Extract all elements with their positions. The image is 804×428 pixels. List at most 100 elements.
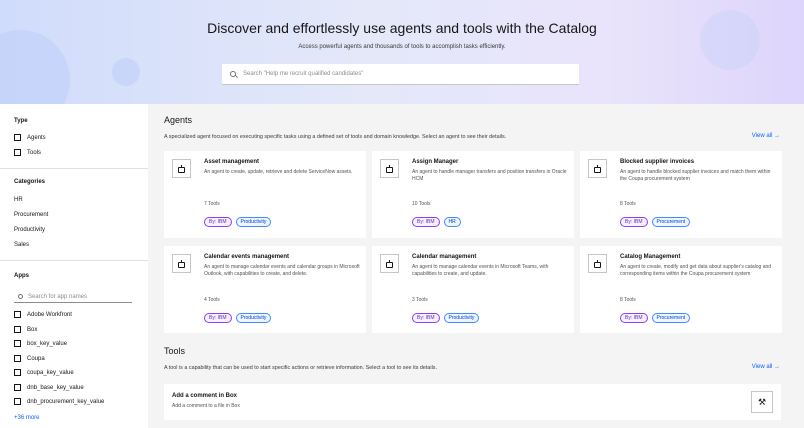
app-dnb-procurement-key-value[interactable]: dnb_procurement_key_value — [14, 398, 104, 405]
category-hr[interactable]: HR — [14, 197, 23, 203]
filter-type-agents[interactable]: Agents — [14, 134, 46, 141]
app-label: box_key_value — [27, 340, 68, 347]
agent-icon-box — [172, 159, 191, 178]
agent-card-title: Calendar management — [412, 254, 477, 260]
robot-icon — [178, 259, 185, 268]
agents-view-all-link[interactable]: View all → — [752, 133, 780, 139]
tag-provider: By: IBM — [620, 217, 648, 227]
app-label: Coupa — [27, 355, 45, 362]
catalog-search-input[interactable]: Search "Help me recruit qualified candid… — [222, 64, 579, 85]
view-all-label: View all — [751, 133, 773, 139]
agent-card-description: An agent to manage calendar events in Mi… — [412, 264, 549, 278]
agent-card-description: An agent to create, update, retrieve and… — [204, 169, 353, 175]
agent-card[interactable]: Calendar events management An agent to m… — [164, 246, 366, 333]
agents-heading: Agents — [164, 115, 193, 125]
checkbox[interactable] — [14, 326, 21, 333]
view-all-label: View all — [751, 364, 773, 370]
tag-category: Procurement — [651, 313, 691, 323]
filter-apps-title: Apps — [14, 273, 29, 279]
checkbox[interactable] — [14, 369, 21, 376]
app-search-input[interactable]: Search for app names — [14, 291, 132, 303]
app-label: coupa_key_value — [27, 369, 74, 376]
agent-card-tool-count: 7 Tools — [204, 201, 220, 207]
checkbox[interactable] — [14, 398, 21, 405]
filter-sidebar: Type Agents Tools Categories HR Procurem… — [0, 104, 148, 428]
tag-provider: By: IBM — [204, 217, 232, 227]
agent-card[interactable]: Asset management An agent to create, upd… — [164, 151, 366, 238]
tool-card[interactable]: Add a comment in Box Add a comment to a … — [164, 384, 781, 420]
checkbox[interactable] — [14, 355, 21, 362]
tag-category: HR — [443, 217, 461, 227]
tools-heading: Tools — [164, 346, 186, 356]
tools-view-all-link[interactable]: View all → — [752, 364, 780, 370]
robot-icon — [594, 164, 601, 173]
checkbox[interactable] — [14, 384, 21, 391]
app-coupa[interactable]: Coupa — [14, 355, 45, 362]
agent-card-title: Blocked supplier invoices — [620, 159, 695, 165]
app-adobe-workfront[interactable]: Adobe Workfront — [14, 311, 72, 318]
hero-title: Discover and effortlessly use agents and… — [207, 20, 597, 36]
hero-subtitle: Access powerful agents and thousands of … — [298, 44, 506, 50]
app-search-placeholder: Search for app names — [28, 293, 88, 300]
app-label: Box — [27, 326, 38, 333]
tag-provider: By: IBM — [204, 313, 232, 323]
app-label: Adobe Workfront — [27, 311, 72, 318]
tool-card-title: Add a comment in Box — [172, 393, 238, 399]
app-coupa-key-value[interactable]: coupa_key_value — [14, 369, 74, 376]
agents-description: A specialized agent focused on executing… — [164, 134, 507, 140]
filter-categories-title: Categories — [14, 179, 46, 185]
show-more-apps-link[interactable]: +36 more — [14, 415, 40, 421]
agent-card-tool-count: 4 Tools — [204, 297, 220, 303]
tag-provider: By: IBM — [412, 217, 440, 227]
tag-category: Productivity — [235, 217, 272, 227]
tag-provider: By: IBM — [620, 313, 648, 323]
tag-provider: By: IBM — [412, 313, 440, 323]
arrow-right-icon: → — [774, 133, 780, 139]
agent-card-tool-count: 10 Tools — [412, 201, 431, 207]
divider — [0, 260, 148, 261]
agent-card-description: An agent to handle manager transfers and… — [412, 169, 567, 183]
decorative-circle — [112, 58, 140, 86]
tag-category: Productivity — [443, 313, 480, 323]
agent-card[interactable]: Catalog Management An agent to create, m… — [580, 246, 782, 333]
agent-card-description: An agent to create, modify and get data … — [620, 264, 772, 278]
agent-card-tool-count: 8 Tools — [620, 201, 636, 207]
agent-card[interactable]: Calendar management An agent to manage c… — [372, 246, 574, 333]
checkbox[interactable] — [14, 149, 21, 156]
app-label: dnb_base_key_value — [27, 384, 84, 391]
agent-card[interactable]: Assign Manager An agent to handle manage… — [372, 151, 574, 238]
filter-label: Agents — [27, 134, 46, 141]
tools-description: A tool is a capability that can be used … — [164, 365, 437, 371]
checkbox[interactable] — [14, 340, 21, 347]
app-box-key-value[interactable]: box_key_value — [14, 340, 67, 347]
hero-banner: Discover and effortlessly use agents and… — [0, 0, 804, 104]
search-icon — [18, 294, 23, 299]
category-procurement[interactable]: Procurement — [14, 212, 48, 218]
agent-card-title: Calendar events management — [204, 254, 290, 260]
tag-category: Procurement — [651, 217, 691, 227]
search-placeholder: Search "Help me recruit qualified candid… — [243, 71, 364, 77]
catalog-main: Agents A specialized agent focused on ex… — [148, 104, 804, 428]
robot-icon — [178, 164, 185, 173]
app-dnb-base-key-value[interactable]: dnb_base_key_value — [14, 384, 84, 391]
agent-card[interactable]: Blocked supplier invoices An agent to ha… — [580, 151, 782, 238]
checkbox[interactable] — [14, 134, 21, 141]
agent-icon-box — [588, 254, 607, 273]
tag-category: Productivity — [235, 313, 272, 323]
category-sales[interactable]: Sales — [14, 242, 29, 248]
decorative-circle — [0, 30, 70, 104]
robot-icon — [386, 164, 393, 173]
category-productivity[interactable]: Productivity — [14, 227, 45, 233]
decorative-circle — [700, 10, 760, 70]
filter-label: Tools — [27, 149, 42, 156]
agent-card-tool-count: 3 Tools — [412, 297, 428, 303]
wrench-icon: ⚒ — [751, 391, 773, 413]
app-box[interactable]: Box — [14, 326, 37, 333]
agent-card-title: Asset management — [204, 159, 260, 165]
checkbox[interactable] — [14, 311, 21, 318]
robot-icon — [594, 259, 601, 268]
filter-type-tools[interactable]: Tools — [14, 149, 41, 156]
agent-card-description: An agent to manage calendar events and c… — [204, 264, 360, 278]
agent-icon-box — [172, 254, 191, 273]
arrow-right-icon: → — [774, 364, 780, 370]
